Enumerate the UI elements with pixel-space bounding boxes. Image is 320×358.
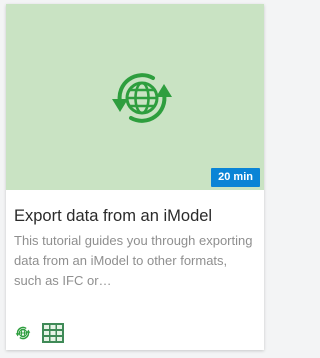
card-title[interactable]: Export data from an iModel — [14, 205, 260, 227]
card-thumbnail: 20 min — [6, 4, 264, 190]
card-tags — [14, 323, 64, 343]
tutorial-card[interactable]: 20 min Export data from an iModel This t… — [6, 4, 264, 350]
globe-sync-icon — [15, 326, 31, 340]
globe-sync-icon — [112, 73, 172, 123]
data-table-icon — [42, 323, 64, 343]
duration-badge: 20 min — [211, 168, 260, 187]
card-description: This tutorial guides you through exporti… — [14, 233, 253, 288]
